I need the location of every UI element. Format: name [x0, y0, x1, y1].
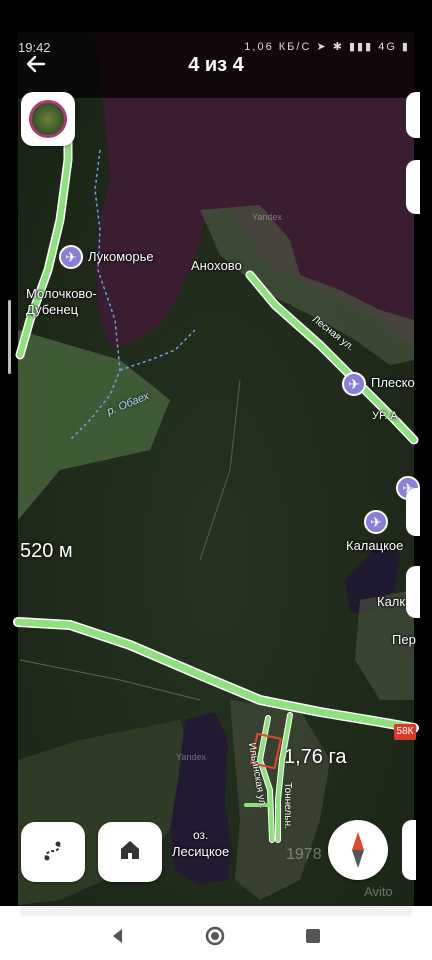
zoom-in-button[interactable]: [406, 92, 420, 138]
poi-icon[interactable]: ✈: [59, 245, 83, 269]
place-molochkovo: Молочково- Дубенец: [26, 286, 97, 317]
poi-icon[interactable]: ✈: [342, 372, 366, 396]
route-button[interactable]: [21, 822, 85, 882]
map-layer-button[interactable]: [21, 92, 75, 146]
place-per: Пер: [392, 632, 416, 647]
place-kalatskoe: Калацкое: [346, 538, 404, 553]
nav-back-icon[interactable]: [108, 926, 128, 946]
lake-name-label: Лесицкое: [172, 844, 230, 859]
place-lukomorye: Лукоморье: [88, 249, 154, 264]
home-button[interactable]: [98, 822, 162, 882]
zoom-out-button[interactable]: [406, 160, 420, 214]
map-provider-mark: Yandex: [252, 212, 282, 222]
nav-home-icon[interactable]: [205, 926, 225, 946]
poi-icon[interactable]: ✈: [364, 510, 388, 534]
layer-thumbnail-icon: [29, 100, 67, 138]
scroll-indicator: [8, 300, 11, 374]
nav-recent-icon[interactable]: [303, 926, 323, 946]
bottom-sheet-edge: [20, 906, 412, 916]
watermark-brand: Avito: [364, 884, 393, 899]
route-icon: [21, 838, 85, 871]
system-nav-bar: [0, 906, 432, 960]
watermark-id: 1978: [286, 846, 322, 863]
road-badge: 58К: [394, 724, 416, 740]
parcel-area-label: 1,76 га: [284, 746, 347, 768]
place-ur: УР. А: [372, 410, 398, 422]
road-name-tonnelnaya: Тоннельн.: [281, 782, 293, 829]
status-icons: 1,06 КБ/С ➤ ✱ ▮▮▮ 4G ▮: [244, 41, 410, 53]
side-control-button[interactable]: [406, 488, 420, 536]
place-plesko: Плеско: [371, 375, 415, 390]
map-provider-mark: Yandex: [176, 752, 206, 762]
place-anokhovo: Аноxово: [191, 258, 242, 273]
compass-button[interactable]: [328, 820, 388, 880]
home-icon: [98, 838, 162, 869]
scale-label: 520 м: [20, 540, 73, 562]
side-control-button[interactable]: [402, 820, 416, 880]
side-control-button[interactable]: [406, 566, 420, 618]
image-counter: 4 из 4: [188, 54, 244, 76]
place-kalk: Калк: [377, 594, 406, 609]
compass-icon: [352, 832, 364, 868]
lake-prefix-label: оз.: [193, 828, 209, 842]
